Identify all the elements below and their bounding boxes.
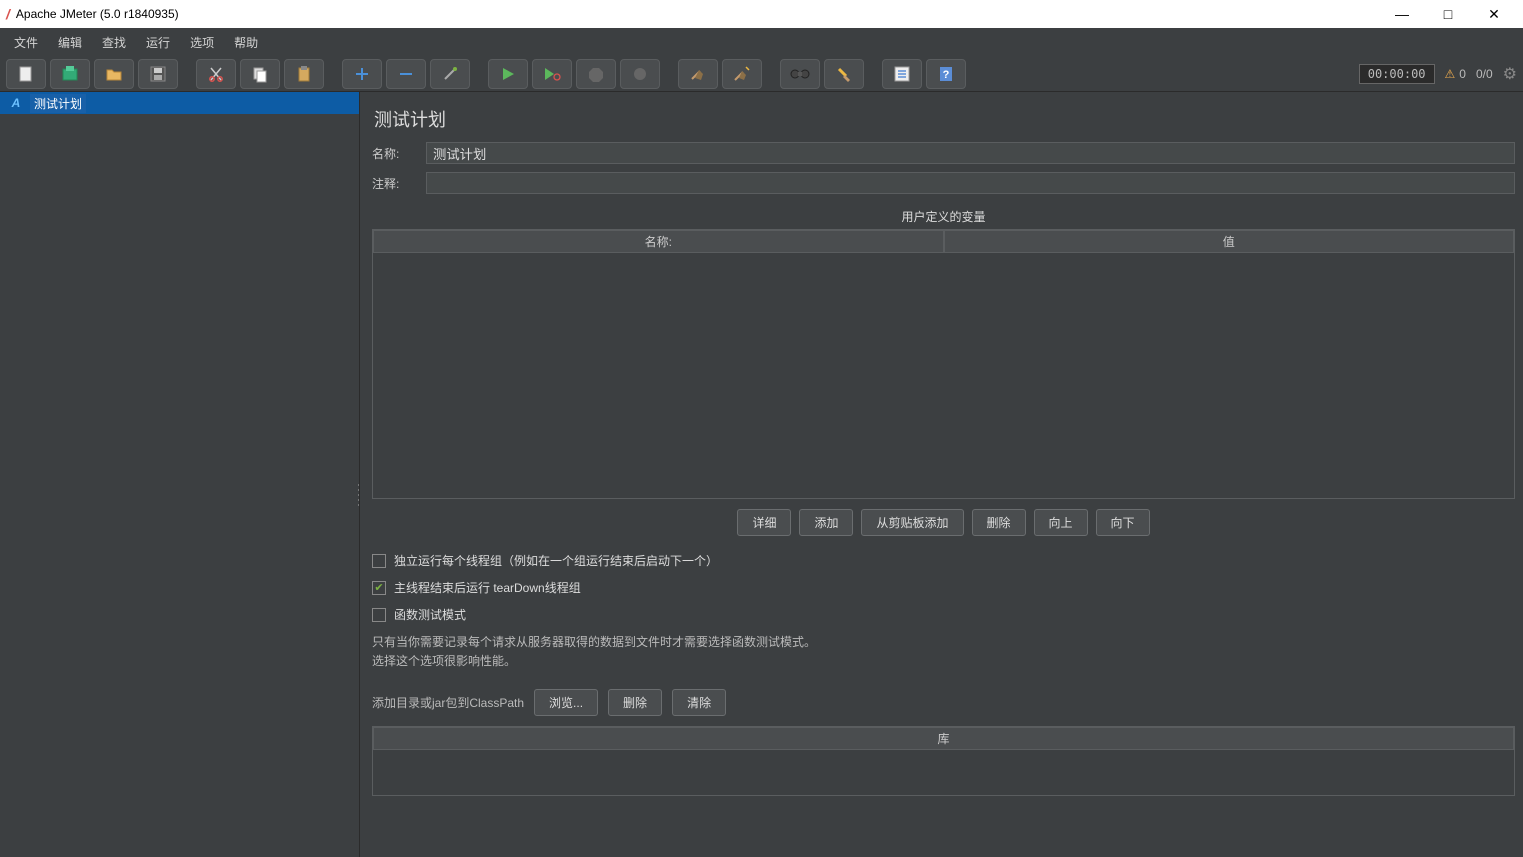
clear-button[interactable] — [678, 59, 718, 89]
stop-icon — [588, 66, 604, 82]
expand-button[interactable] — [342, 59, 382, 89]
scissors-icon — [207, 65, 225, 83]
clipboard-icon — [295, 65, 313, 83]
add-button[interactable]: 添加 — [799, 509, 853, 536]
testplan-icon: A — [8, 95, 24, 111]
warning-count: 0 — [1459, 67, 1466, 81]
new-button[interactable] — [6, 59, 46, 89]
menu-edit[interactable]: 编辑 — [48, 30, 92, 55]
window-minimize-button[interactable]: ― — [1379, 0, 1425, 28]
functional-checkbox[interactable] — [372, 608, 386, 622]
svg-text:?: ? — [943, 69, 950, 81]
menu-search[interactable]: 查找 — [92, 30, 136, 55]
teardown-label: 主线程结束后运行 tearDown线程组 — [394, 579, 581, 596]
minus-icon — [397, 65, 415, 83]
wand-icon — [441, 65, 459, 83]
name-label: 名称: — [372, 145, 416, 162]
toolbar: ? 00:00:00 ⚠ 0 0/0 ⚙ — [0, 56, 1523, 92]
menubar: 文件 编辑 查找 运行 选项 帮助 — [0, 28, 1523, 56]
window-titlebar: / Apache JMeter (5.0 r1840935) ― □ ✕ — [0, 0, 1523, 28]
up-button[interactable]: 向上 — [1034, 509, 1088, 536]
variables-table[interactable]: 名称: 值 — [372, 229, 1515, 499]
help-icon: ? — [937, 65, 955, 83]
functional-hint: 只有当你需要记录每个请求从服务器取得的数据到文件时才需要选择函数测试模式。 选择… — [372, 633, 1515, 671]
vars-body[interactable] — [373, 253, 1514, 498]
save-button[interactable] — [138, 59, 178, 89]
paste-button[interactable] — [284, 59, 324, 89]
classpath-delete-button[interactable]: 删除 — [608, 689, 662, 716]
help-button[interactable]: ? — [926, 59, 966, 89]
window-maximize-button[interactable]: □ — [1425, 0, 1471, 28]
functional-label: 函数测试模式 — [394, 606, 466, 623]
function-helper-button[interactable] — [882, 59, 922, 89]
panel-title: 测试计划 — [372, 100, 1515, 142]
stop-button[interactable] — [576, 59, 616, 89]
thread-counter: 0/0 — [1476, 67, 1493, 81]
warning-icon: ⚠ — [1445, 67, 1456, 81]
delete-button[interactable]: 删除 — [972, 509, 1026, 536]
file-new-icon — [17, 65, 35, 83]
play-icon — [500, 66, 516, 82]
lib-body[interactable] — [373, 750, 1514, 795]
save-icon — [149, 65, 167, 83]
collapse-button[interactable] — [386, 59, 426, 89]
menu-file[interactable]: 文件 — [4, 30, 48, 55]
broom-all-icon — [733, 65, 751, 83]
name-input[interactable] — [426, 142, 1515, 164]
toggle-button[interactable] — [430, 59, 470, 89]
classpath-clear-button[interactable]: 清除 — [672, 689, 726, 716]
lib-col-header[interactable]: 库 — [373, 727, 1514, 750]
serial-checkbox[interactable] — [372, 554, 386, 568]
menu-run[interactable]: 运行 — [136, 30, 180, 55]
cut-button[interactable] — [196, 59, 236, 89]
detail-button[interactable]: 详细 — [737, 509, 791, 536]
open-button[interactable] — [94, 59, 134, 89]
classpath-browse-button[interactable]: 浏览... — [534, 689, 598, 716]
tree-root-label: 测试计划 — [30, 94, 86, 113]
down-button[interactable]: 向下 — [1096, 509, 1150, 536]
vars-section-title: 用户定义的变量 — [372, 202, 1515, 229]
broom-icon — [689, 65, 707, 83]
shutdown-icon — [632, 66, 648, 82]
warning-counter[interactable]: ⚠ 0 — [1445, 67, 1466, 81]
split-handle[interactable] — [355, 475, 360, 515]
vars-col-name[interactable]: 名称: — [373, 230, 944, 253]
start-button[interactable] — [488, 59, 528, 89]
from-clipboard-button[interactable]: 从剪贴板添加 — [861, 509, 963, 536]
app-logo-icon: / — [6, 6, 10, 22]
binoculars-icon — [790, 67, 810, 81]
templates-button[interactable] — [50, 59, 90, 89]
vars-col-value[interactable]: 值 — [944, 230, 1515, 253]
list-icon — [893, 65, 911, 83]
settings-gear-icon[interactable]: ⚙ — [1503, 64, 1517, 84]
library-table[interactable]: 库 — [372, 726, 1515, 796]
folder-open-icon — [105, 65, 123, 83]
sweep-icon — [835, 65, 853, 83]
tree-panel[interactable]: A 测试计划 — [0, 92, 360, 857]
menu-help[interactable]: 帮助 — [224, 30, 268, 55]
start-no-pause-button[interactable] — [532, 59, 572, 89]
reset-search-button[interactable] — [824, 59, 864, 89]
window-close-button[interactable]: ✕ — [1471, 0, 1517, 28]
teardown-checkbox[interactable] — [372, 581, 386, 595]
classpath-label: 添加目录或jar包到ClassPath — [372, 694, 524, 711]
plus-icon — [353, 65, 371, 83]
tree-root-node[interactable]: A 测试计划 — [0, 92, 359, 114]
window-title: Apache JMeter (5.0 r1840935) — [16, 7, 1379, 21]
elapsed-timer: 00:00:00 — [1359, 64, 1435, 84]
shutdown-button[interactable] — [620, 59, 660, 89]
main-panel: 测试计划 名称: 注释: 用户定义的变量 名称: 值 详细 添加 从剪贴板添加 … — [360, 92, 1523, 857]
comment-input[interactable] — [426, 172, 1515, 194]
serial-label: 独立运行每个线程组（例如在一个组运行结束后启动下一个） — [394, 552, 718, 569]
menu-options[interactable]: 选项 — [180, 30, 224, 55]
play-timer-icon — [543, 66, 561, 82]
search-tree-button[interactable] — [780, 59, 820, 89]
copy-icon — [251, 65, 269, 83]
clear-all-button[interactable] — [722, 59, 762, 89]
template-icon — [61, 65, 79, 83]
copy-button[interactable] — [240, 59, 280, 89]
comment-label: 注释: — [372, 175, 416, 192]
